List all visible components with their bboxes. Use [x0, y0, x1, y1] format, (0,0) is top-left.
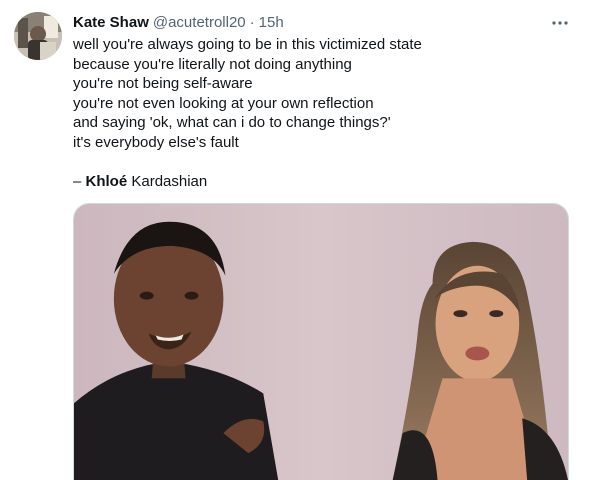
author-handle[interactable]: @acutetroll20 — [153, 13, 246, 33]
tweet-text-line: because you're literally not doing anyth… — [73, 55, 352, 73]
separator-dot: · — [249, 14, 255, 31]
avatar-image — [14, 12, 62, 60]
more-horizontal-icon[interactable] — [548, 13, 572, 33]
attribution-dash: – — [73, 172, 86, 190]
attribution: – Khloé Kardashian — [73, 172, 573, 192]
tweet-text-line: well you're always going to be in this v… — [73, 36, 422, 53]
media-photo — [74, 204, 568, 480]
tweet-text-line: you're not being self-aware — [73, 75, 253, 92]
tweet-text-line: it's everybody else's fault — [73, 133, 239, 151]
attribution-bold: Khloé — [85, 172, 128, 190]
author-name[interactable]: Kate Shaw — [73, 13, 149, 33]
attribution-rest: Kardashian — [127, 172, 208, 190]
tweet-media-image[interactable] — [73, 203, 569, 480]
avatar[interactable] — [14, 12, 62, 60]
tweet-header: Kate Shaw @acutetroll20 · 15h — [73, 13, 284, 33]
tweet[interactable]: Kate Shaw @acutetroll20 · 15h well you'r… — [0, 0, 595, 480]
tweet-text-line: and saying 'ok, what can i do to change … — [73, 114, 391, 131]
timestamp[interactable]: 15h — [259, 13, 284, 33]
tweet-text: well you're always going to be in this v… — [73, 35, 573, 192]
tweet-text-line: you're not even looking at your own refl… — [73, 94, 374, 112]
